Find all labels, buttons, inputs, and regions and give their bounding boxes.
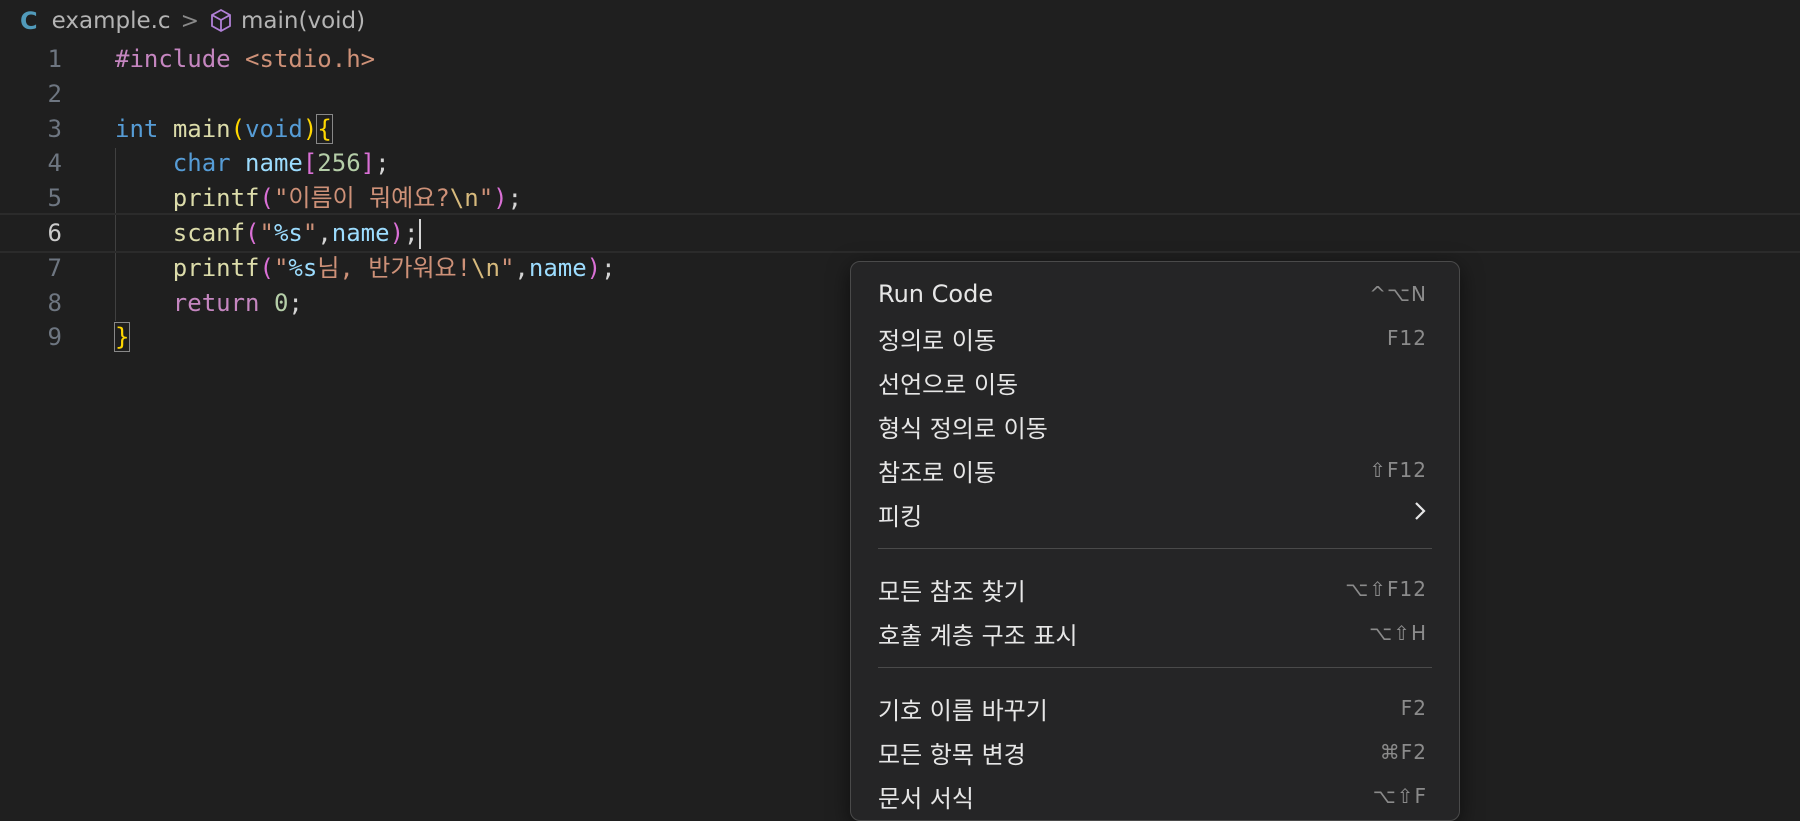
keyboard-shortcut: ⌥⇧F — [1372, 784, 1427, 808]
code-token: printf — [172, 253, 260, 282]
menu-separator — [878, 548, 1432, 549]
code-token: \n — [471, 253, 500, 282]
menu-item[interactable]: 참조로 이동 ⇧F12 — [851, 448, 1459, 492]
menu-item-label: 정의로 이동 — [878, 326, 997, 355]
code-token: " — [259, 219, 274, 247]
menu-item[interactable]: 모든 참조 찾기 ⌥⇧F12 — [851, 567, 1459, 611]
code-token: ) — [389, 219, 405, 247]
code-token: 256 — [317, 149, 361, 178]
keyboard-shortcut: F12 — [1387, 326, 1427, 350]
code-token: " — [302, 219, 318, 247]
menu-item-label: 피킹 — [878, 502, 923, 531]
code-token: void — [245, 114, 303, 143]
menu-item-label: 형식 정의로 이동 — [878, 414, 1048, 443]
menu-item-label: 모든 참조 찾기 — [878, 577, 1026, 606]
menu-item-label: 참조로 이동 — [878, 458, 997, 487]
menu-separator — [878, 667, 1432, 668]
code-token: } — [113, 322, 131, 353]
menu-item[interactable]: 형식 정의로 이동 — [851, 404, 1459, 448]
code-token: ; — [404, 219, 419, 247]
code-token: ; — [601, 253, 616, 282]
code-token: ( — [245, 219, 260, 247]
code-token: ; — [288, 288, 303, 317]
code-token: ( — [259, 184, 274, 213]
code-token: 님, 반가워요! — [317, 253, 472, 282]
keyboard-shortcut: ^⌥N — [1369, 282, 1427, 306]
code-token: ; — [507, 184, 523, 213]
code-token: name — [528, 253, 587, 282]
keyboard-shortcut: F2 — [1400, 696, 1427, 720]
keyboard-shortcut: ⌥⇧H — [1369, 621, 1427, 645]
code-token: { — [316, 113, 333, 144]
code-token: printf — [172, 184, 260, 213]
menu-item-label: 호출 계층 구조 표시 — [878, 621, 1078, 650]
code-token: [ — [302, 149, 318, 178]
cube-icon — [209, 8, 233, 34]
menu-item[interactable]: 피킹 — [851, 492, 1459, 536]
code-token: char — [172, 149, 231, 178]
context-menu: Run Code ^⌥N 정의로 이동 F12 선언으로 이동형식 정의로 이동참조로 … — [850, 261, 1460, 821]
menu-item[interactable]: 호출 계층 구조 표시 ⌥⇧H — [851, 611, 1459, 655]
breadcrumb-file[interactable]: example.c — [52, 8, 171, 34]
code-text: scanf("%s",name); — [115, 215, 422, 251]
code-token: name — [331, 219, 390, 247]
chevron-right-icon — [1413, 500, 1427, 528]
keyboard-shortcut: ⌥⇧F12 — [1345, 577, 1427, 601]
code-token: ) — [586, 253, 602, 282]
code-token: #include — [115, 45, 231, 73]
menu-item-label: 모든 항목 변경 — [878, 740, 1026, 769]
menu-item-label: 기호 이름 바꾸기 — [878, 696, 1048, 725]
code-token: main — [172, 114, 231, 143]
menu-item[interactable]: 선언으로 이동 — [851, 360, 1459, 404]
code-token: , — [317, 219, 332, 247]
code-token: <stdio.h> — [245, 45, 376, 73]
code-token: " — [499, 253, 515, 282]
menu-item[interactable]: 정의로 이동 F12 — [851, 316, 1459, 360]
menu-item-label: 선언으로 이동 — [878, 370, 1019, 399]
code-token: ( — [259, 253, 274, 282]
code-token: ; — [375, 149, 390, 178]
line-number: 6 — [47, 219, 62, 247]
code-token: "이름이 뭐예요? — [273, 184, 450, 213]
code-token: %s — [288, 253, 318, 282]
menu-item[interactable]: 모든 항목 변경 ⌘F2 — [851, 730, 1459, 774]
code-token: name — [245, 149, 303, 178]
code-token: ) — [493, 184, 508, 213]
code-token: scanf — [172, 219, 246, 247]
code-text: } — [113, 317, 131, 357]
code-token: \n — [449, 184, 479, 213]
menu-item[interactable]: 기호 이름 바꾸기 F2 — [851, 686, 1459, 730]
code-token: 0 — [273, 288, 289, 317]
keyboard-shortcut: ⇧F12 — [1369, 458, 1427, 482]
c-language-icon: C — [20, 7, 38, 35]
chevron-right-icon: > — [180, 8, 200, 34]
breadcrumb: C example.c > main(void) — [0, 0, 1800, 42]
keyboard-shortcut: ⌘F2 — [1379, 740, 1427, 764]
code-token: ( — [230, 114, 246, 143]
code-token: ) — [302, 114, 318, 143]
line-number: 9 — [47, 323, 62, 352]
code-token: " — [273, 253, 289, 282]
menu-item[interactable]: 문서 서식 ⌥⇧F — [851, 774, 1459, 818]
code-token: , — [514, 253, 529, 282]
menu-item-label: Run Code — [878, 280, 994, 308]
text-cursor — [419, 219, 422, 249]
menu-item-label: 문서 서식 — [878, 784, 974, 813]
menu-item[interactable]: Run Code ^⌥N — [851, 272, 1459, 316]
code-token: %s — [273, 219, 303, 247]
code-token: return — [172, 288, 260, 317]
code-token: int — [115, 114, 159, 143]
breadcrumb-symbol[interactable]: main(void) — [241, 8, 365, 34]
code-token: " — [478, 184, 494, 213]
code-token: ] — [360, 149, 376, 178]
